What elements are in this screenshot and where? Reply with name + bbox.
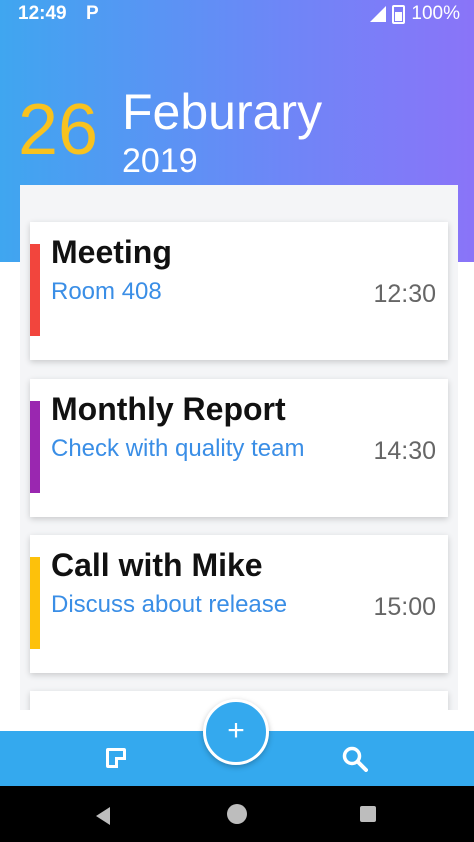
event-card[interactable]: Call with Mike Discuss about release 15:… (30, 535, 448, 673)
event-title: Monthly Report (51, 391, 286, 427)
event-title: Meeting (51, 234, 172, 270)
event-color-bar (30, 401, 40, 493)
add-event-button[interactable]: + (203, 699, 269, 765)
event-subtitle: Discuss about release (51, 591, 288, 618)
event-card[interactable]: Monthly Report Check with quality team 1… (30, 379, 448, 517)
event-title: Call with Mike (51, 547, 263, 583)
battery-icon (392, 4, 406, 24)
event-list: Meeting Room 408 12:30 Monthly Report Ch… (20, 185, 458, 710)
event-color-bar (30, 557, 40, 649)
event-subtitle: Room 408 (51, 278, 162, 305)
event-time: 15:00 (373, 593, 436, 621)
date-year: 2019 (122, 142, 198, 180)
event-time: 12:30 (373, 280, 436, 308)
status-right: 100% (370, 3, 460, 25)
date-day: 26 (18, 90, 99, 170)
search-icon[interactable] (342, 746, 368, 772)
event-time: 14:30 (373, 437, 436, 465)
recents-icon[interactable] (360, 806, 376, 822)
date-month: Feburary (122, 84, 323, 140)
event-color-bar (30, 244, 40, 336)
back-icon[interactable] (96, 807, 110, 825)
status-bar: 12:49 P 100% (0, 0, 474, 28)
notes-icon[interactable] (106, 748, 126, 768)
battery-level: 100% (411, 3, 460, 24)
event-card[interactable]: Meeting Room 408 12:30 (30, 222, 448, 360)
notification-icon: P (86, 3, 99, 24)
signal-icon (370, 6, 387, 22)
status-time: 12:49 (18, 3, 67, 24)
home-icon[interactable] (227, 804, 247, 824)
event-subtitle: Check with quality team (51, 435, 305, 462)
